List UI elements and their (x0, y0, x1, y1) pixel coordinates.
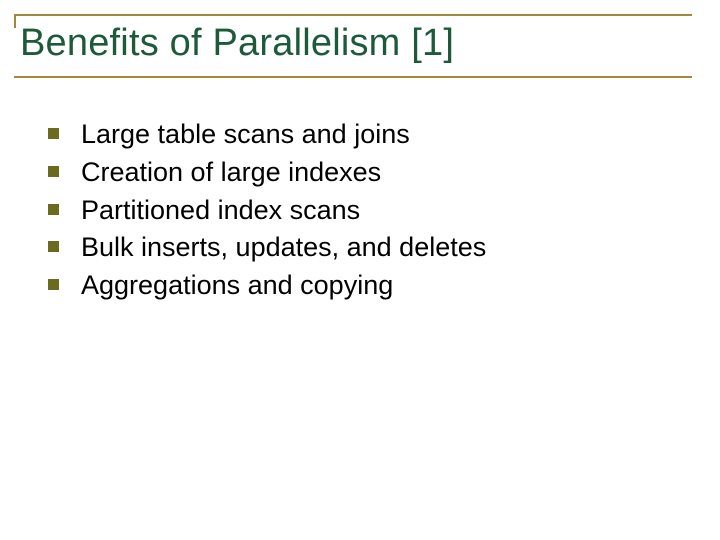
list-item: Bulk inserts, updates, and deletes (48, 231, 660, 265)
list-item: Aggregations and copying (48, 269, 660, 303)
square-bullet-icon (48, 241, 59, 252)
list-item-text: Bulk inserts, updates, and deletes (81, 231, 486, 265)
list-item-text: Creation of large indexes (81, 156, 381, 190)
square-bullet-icon (48, 204, 59, 215)
square-bullet-icon (48, 166, 59, 177)
bullet-list: Large table scans and joins Creation of … (48, 118, 660, 307)
slide: Benefits of Parallelism [1] Large table … (0, 0, 720, 540)
square-bullet-icon (48, 128, 59, 139)
square-bullet-icon (48, 279, 59, 290)
list-item: Large table scans and joins (48, 118, 660, 152)
list-item-text: Aggregations and copying (81, 269, 393, 303)
title-block: Benefits of Parallelism [1] (14, 14, 692, 78)
list-item: Creation of large indexes (48, 156, 660, 190)
list-item-text: Partitioned index scans (81, 194, 360, 228)
slide-title: Benefits of Parallelism [1] (14, 16, 692, 76)
list-item-text: Large table scans and joins (81, 118, 410, 152)
title-rule-tick (14, 14, 16, 28)
list-item: Partitioned index scans (48, 194, 660, 228)
title-rule-bottom (14, 76, 692, 78)
